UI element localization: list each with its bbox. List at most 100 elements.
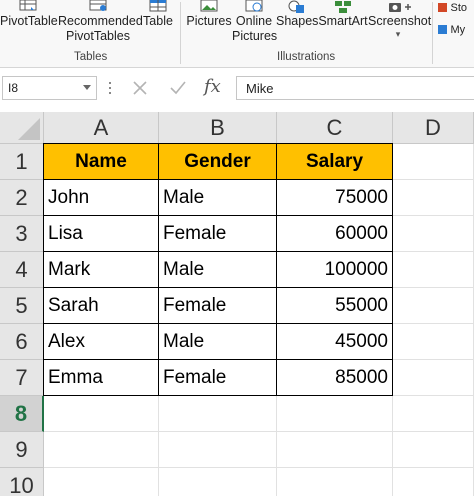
grid-cell[interactable] [393,144,474,180]
grid-cell[interactable] [393,360,474,396]
row-header-10[interactable]: 10 [0,468,44,496]
grid-cell[interactable] [393,468,474,496]
grid-cell[interactable] [393,252,474,288]
recommended-label-line2: PivotTables [66,29,130,43]
row-header-2[interactable]: 2 [0,180,44,216]
my-addins-button[interactable]: My [438,22,474,38]
shapes-button[interactable]: Shapes [276,0,318,29]
table-cell[interactable]: 45000 [276,323,393,360]
column-header-c[interactable]: C [277,112,393,144]
name-box-value: I8 [8,81,19,95]
table-cell[interactable]: 85000 [276,359,393,396]
worksheet-grid[interactable]: A B C D 1 2 3 4 5 6 7 8 9 10 Name Gender Salary John Male 7… [0,112,474,496]
column-header-a[interactable]: A [44,112,159,144]
online-pictures-label-line2: Pictures [232,29,278,43]
table-cell[interactable]: Female [158,287,277,324]
name-box[interactable]: I8 [2,76,97,100]
online-pictures-button[interactable]: Online Pictures [232,0,278,44]
grid-cell[interactable] [393,288,474,324]
store-icon [438,3,447,13]
grid-cell[interactable] [44,468,159,496]
table-cell[interactable]: 100000 [276,251,393,288]
table-header-cell[interactable]: Name [43,143,159,180]
table-cell[interactable]: Mark [43,251,159,288]
store-label: Sto [450,2,467,14]
table-cell[interactable]: Emma [43,359,159,396]
pictures-icon [185,0,233,14]
grid-cell[interactable] [277,396,393,432]
table-header-cell[interactable]: Salary [276,143,393,180]
formula-tools: fx [120,76,232,100]
grid-cell[interactable] [44,396,159,432]
illustrations-group-label: Illustrations [277,51,336,63]
table-cell[interactable]: Male [158,251,277,288]
grid-cell[interactable] [44,432,159,468]
group-separator [432,2,433,64]
pictures-button[interactable]: Pictures [185,0,233,29]
cancel-icon[interactable] [130,78,150,103]
pivottable-label: PivotTable [0,14,58,28]
screenshot-label: Screenshot [368,14,432,28]
formula-value: Mike [246,81,274,96]
column-header-b[interactable]: B [159,112,277,144]
pivottable-button[interactable]: PivotTable [0,0,58,29]
my-addins-label: My [450,24,466,36]
row-header-3[interactable]: 3 [0,216,44,252]
table-cell[interactable]: Male [158,179,277,216]
row-header-1[interactable]: 1 [0,144,44,180]
row-header-7[interactable]: 7 [0,360,44,396]
select-all-corner[interactable] [0,112,44,144]
grid-cell[interactable] [277,468,393,496]
shapes-icon [276,0,316,14]
row-header-6[interactable]: 6 [0,324,44,360]
screenshot-icon [368,0,428,14]
table-cell[interactable]: 75000 [276,179,393,216]
formula-input[interactable]: Mike [236,76,474,100]
screenshot-dropdown-icon: ▾ [395,29,401,39]
row-header-8[interactable]: 8 [0,396,44,432]
name-box-dropdown-icon[interactable] [83,85,91,90]
table-cell[interactable]: John [43,179,159,216]
row-header-9[interactable]: 9 [0,432,44,468]
table-cell[interactable]: Female [158,359,277,396]
store-button[interactable]: Sto [438,0,474,16]
table-icon [140,0,176,14]
row-header-4[interactable]: 4 [0,252,44,288]
smartart-label: SmartArt [318,14,368,28]
enter-check-icon[interactable] [168,78,188,103]
grid-cell[interactable] [393,432,474,468]
formula-bar-resize-handle[interactable] [108,82,112,96]
group-separator [180,2,181,64]
grid-cell[interactable] [159,432,277,468]
table-cell[interactable]: Female [158,215,277,252]
grid-cell[interactable] [277,432,393,468]
screenshot-button[interactable]: Screenshot ▾ [368,0,432,39]
table-cell[interactable]: Male [158,323,277,360]
online-pictures-label-line1: Online [235,14,273,28]
tables-group-label: Tables [74,51,108,63]
grid-cell[interactable] [393,216,474,252]
grid-cell[interactable] [159,468,277,496]
table-header-cell[interactable]: Gender [158,143,277,180]
table-cell[interactable]: Lisa [43,215,159,252]
my-addins-icon [438,25,447,35]
grid-cell[interactable] [393,180,474,216]
grid-cell[interactable] [393,396,474,432]
recommended-pivottables-button[interactable]: Recommended PivotTables [58,0,143,44]
grid-cell[interactable] [393,324,474,360]
smartart-button[interactable]: SmartArt [318,0,368,29]
insert-function-icon[interactable]: fx [204,76,221,97]
ribbon: PivotTable Recommended PivotTables Table… [0,0,474,68]
online-pictures-icon [232,0,276,14]
table-cell[interactable]: 60000 [276,215,393,252]
table-cell[interactable]: 55000 [276,287,393,324]
table-cell[interactable]: Alex [43,323,159,360]
pictures-label: Pictures [186,14,232,28]
select-all-triangle-icon [18,118,40,140]
grid-cell[interactable] [159,396,277,432]
row-header-5[interactable]: 5 [0,288,44,324]
recommended-label-line1: Recommended [58,14,143,28]
table-cell[interactable]: Sarah [43,287,159,324]
column-header-d[interactable]: D [393,112,474,144]
table-button[interactable]: Table [140,0,176,29]
